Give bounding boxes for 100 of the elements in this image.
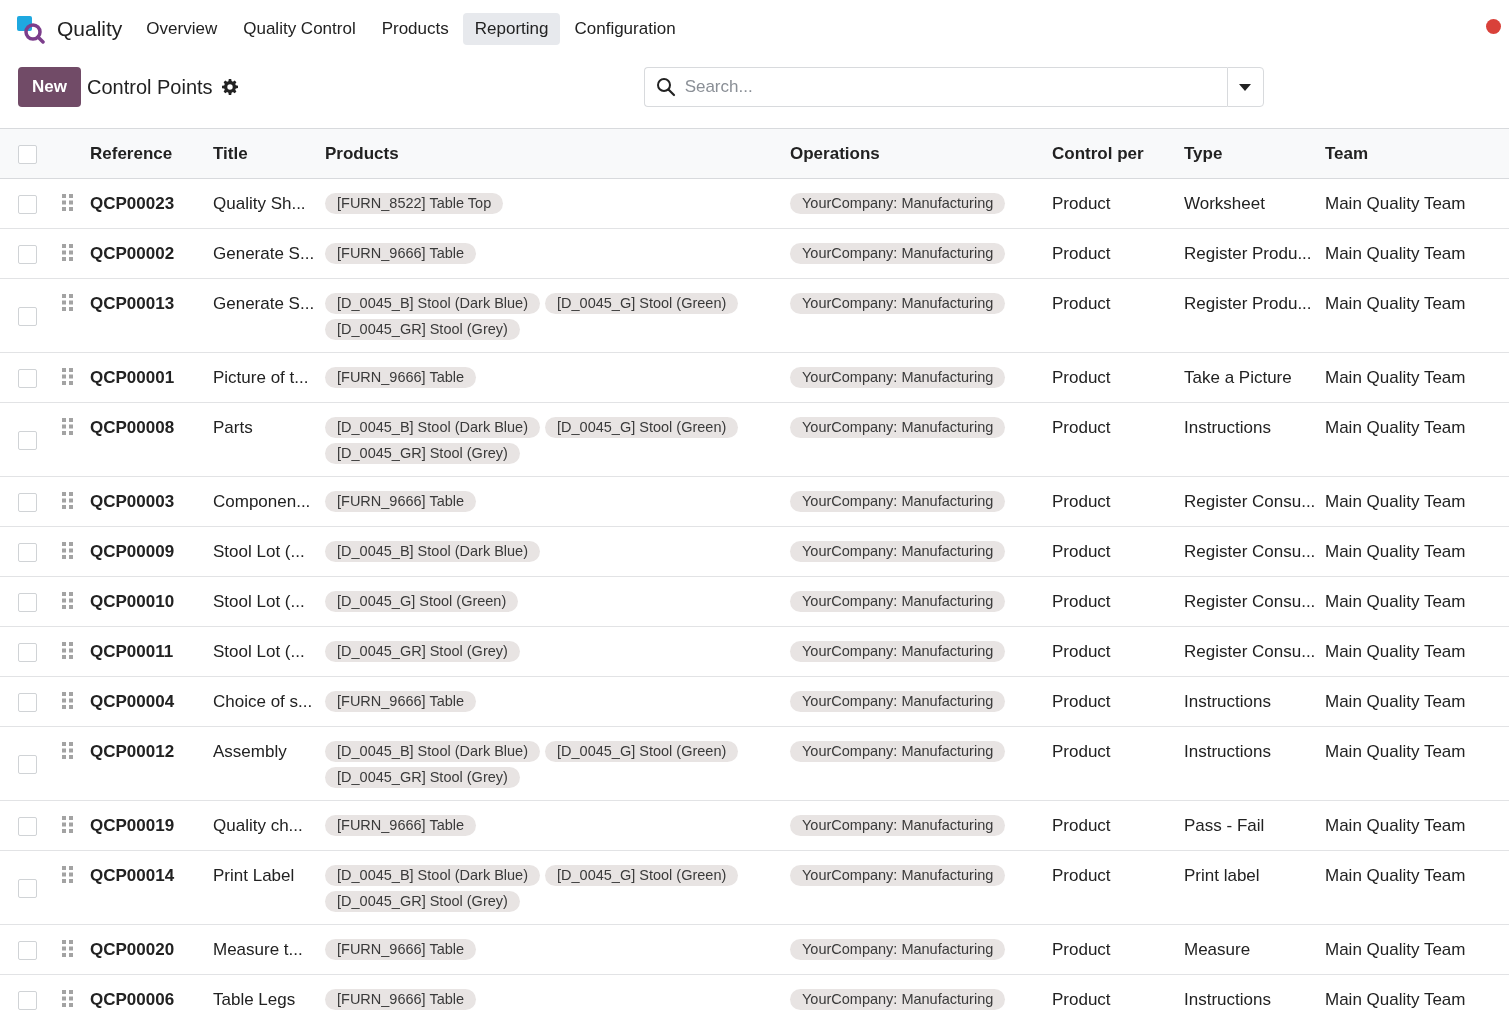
reference-cell-text: QCP00019: [90, 815, 176, 837]
column-header[interactable]: Control per: [1052, 142, 1184, 166]
drag-handle-icon[interactable]: [62, 368, 73, 385]
drag-handle-icon[interactable]: [62, 592, 73, 609]
drag-handle-icon[interactable]: [62, 418, 73, 435]
control-per-cell-text: Product: [1052, 865, 1112, 887]
search-options-toggle[interactable]: [1226, 67, 1264, 107]
operation-tag: YourCompany: Manufacturing: [790, 541, 1006, 562]
row-checkbox[interactable]: [18, 642, 37, 662]
row-checkbox[interactable]: [18, 692, 37, 712]
row-checkbox[interactable]: [18, 878, 37, 898]
product-tag: [D_0045_B] Stool (Dark Blue): [325, 417, 540, 438]
operation-tag: YourCompany: Manufacturing: [790, 243, 1006, 264]
row-checkbox[interactable]: [18, 430, 37, 450]
row-checkbox[interactable]: [18, 542, 37, 562]
team-cell-text: Main Quality Team: [1325, 741, 1467, 763]
settings-icon[interactable]: [221, 79, 238, 95]
title-cell-text: Table Legs: [213, 989, 297, 1011]
control-per-cell-text: Product: [1052, 641, 1112, 663]
type-cell-text: Register Consu...: [1184, 541, 1317, 563]
drag-handle-icon[interactable]: [62, 642, 73, 659]
row-checkbox[interactable]: [18, 990, 37, 1010]
select-all-checkbox[interactable]: [18, 144, 37, 164]
reference-cell-text: QCP00023: [90, 193, 176, 215]
team-cell-text: Main Quality Team: [1325, 293, 1467, 315]
control-per-cell-text: Product: [1052, 491, 1112, 513]
product-tag: [D_0045_GR] Stool (Grey): [325, 319, 520, 340]
app-name[interactable]: Quality: [57, 17, 123, 41]
drag-handle-icon[interactable]: [62, 816, 73, 833]
reference-cell-text: QCP00006: [90, 989, 176, 1011]
title-cell-text: Componen...: [213, 491, 312, 513]
reference-cell-text: QCP00008: [90, 417, 176, 439]
type-cell-text: Print label: [1184, 865, 1261, 887]
control-per-cell-text: Product: [1052, 243, 1112, 265]
control-per-cell-text: Product: [1052, 815, 1112, 837]
nav-menu-item[interactable]: Overview: [134, 13, 230, 45]
title-cell-text: Assembly: [213, 741, 288, 763]
product-tag: [D_0045_G] Stool (Green): [545, 417, 739, 438]
row-checkbox[interactable]: [18, 940, 37, 960]
operation-tag: YourCompany: Manufacturing: [790, 865, 1006, 886]
title-cell-text: Print Label: [213, 865, 296, 887]
drag-handle-icon[interactable]: [62, 692, 73, 709]
operation-tag: YourCompany: Manufacturing: [790, 741, 1006, 762]
drag-handle-icon[interactable]: [62, 244, 73, 261]
title-cell-text: Stool Lot (...: [213, 591, 306, 613]
row-checkbox[interactable]: [18, 306, 37, 326]
nav-menu-item[interactable]: Products: [369, 13, 461, 45]
row-checkbox[interactable]: [18, 244, 37, 264]
team-cell-text: Main Quality Team: [1325, 865, 1467, 887]
product-tag: [D_0045_G] Stool (Green): [545, 741, 739, 762]
row-checkbox[interactable]: [18, 816, 37, 836]
row-checkbox[interactable]: [18, 754, 37, 774]
product-tag: [FURN_9666] Table: [325, 815, 477, 836]
column-header[interactable]: Operations: [790, 142, 1052, 166]
row-checkbox[interactable]: [18, 592, 37, 612]
drag-handle-icon[interactable]: [62, 492, 73, 509]
drag-handle-icon[interactable]: [62, 940, 73, 957]
row-checkbox[interactable]: [18, 492, 37, 512]
column-header[interactable]: Reference: [90, 142, 213, 166]
team-cell-text: Main Quality Team: [1325, 591, 1467, 613]
product-tag: [D_0045_B] Stool (Dark Blue): [325, 293, 540, 314]
column-header[interactable]: Title: [213, 142, 325, 166]
team-cell-text: Main Quality Team: [1325, 815, 1467, 837]
row-checkbox[interactable]: [18, 368, 37, 388]
reference-cell-text: QCP00012: [90, 741, 176, 763]
search-field[interactable]: Search...: [643, 67, 1227, 107]
reference-cell-text: QCP00001: [90, 367, 176, 389]
control-per-cell-text: Product: [1052, 193, 1112, 215]
drag-handle-icon[interactable]: [62, 294, 73, 311]
nav-menu-item[interactable]: Quality Control: [231, 13, 368, 45]
nav-menu-item[interactable]: Reporting: [462, 13, 561, 45]
type-cell-text: Register Consu...: [1184, 641, 1317, 663]
operation-tag: YourCompany: Manufacturing: [790, 491, 1006, 512]
type-cell-text: Measure: [1184, 939, 1252, 961]
team-cell-text: Main Quality Team: [1325, 939, 1467, 961]
nav-menu-item[interactable]: Configuration: [562, 13, 688, 45]
title-cell-text: Measure t...: [213, 939, 304, 961]
caret-icon: [1239, 83, 1252, 91]
product-tag: [D_0045_G] Stool (Green): [325, 591, 519, 612]
drag-handle-icon[interactable]: [62, 990, 73, 1007]
column-header[interactable]: Type: [1184, 142, 1325, 166]
reference-cell-text: QCP00010: [90, 591, 176, 613]
operation-tag: YourCompany: Manufacturing: [790, 193, 1006, 214]
product-tag: [FURN_8522] Table Top: [325, 193, 504, 214]
new-button[interactable]: New: [18, 67, 81, 107]
product-tag: [FURN_9666] Table: [325, 691, 477, 712]
type-cell-text: Register Consu...: [1184, 491, 1317, 513]
product-tag: [D_0045_GR] Stool (Grey): [325, 891, 520, 912]
drag-handle-icon[interactable]: [62, 542, 73, 559]
product-tag: [FURN_9666] Table: [325, 367, 477, 388]
drag-handle-icon[interactable]: [62, 194, 73, 211]
column-header[interactable]: Team: [1325, 142, 1509, 166]
drag-handle-icon[interactable]: [62, 742, 73, 759]
type-cell-text: Instructions: [1184, 741, 1272, 763]
title-cell-text: Stool Lot (...: [213, 541, 306, 563]
control-per-cell-text: Product: [1052, 417, 1112, 439]
drag-handle-icon[interactable]: [62, 866, 73, 883]
row-checkbox[interactable]: [18, 194, 37, 214]
product-tag: [D_0045_B] Stool (Dark Blue): [325, 741, 540, 762]
column-header[interactable]: Products: [325, 142, 790, 166]
